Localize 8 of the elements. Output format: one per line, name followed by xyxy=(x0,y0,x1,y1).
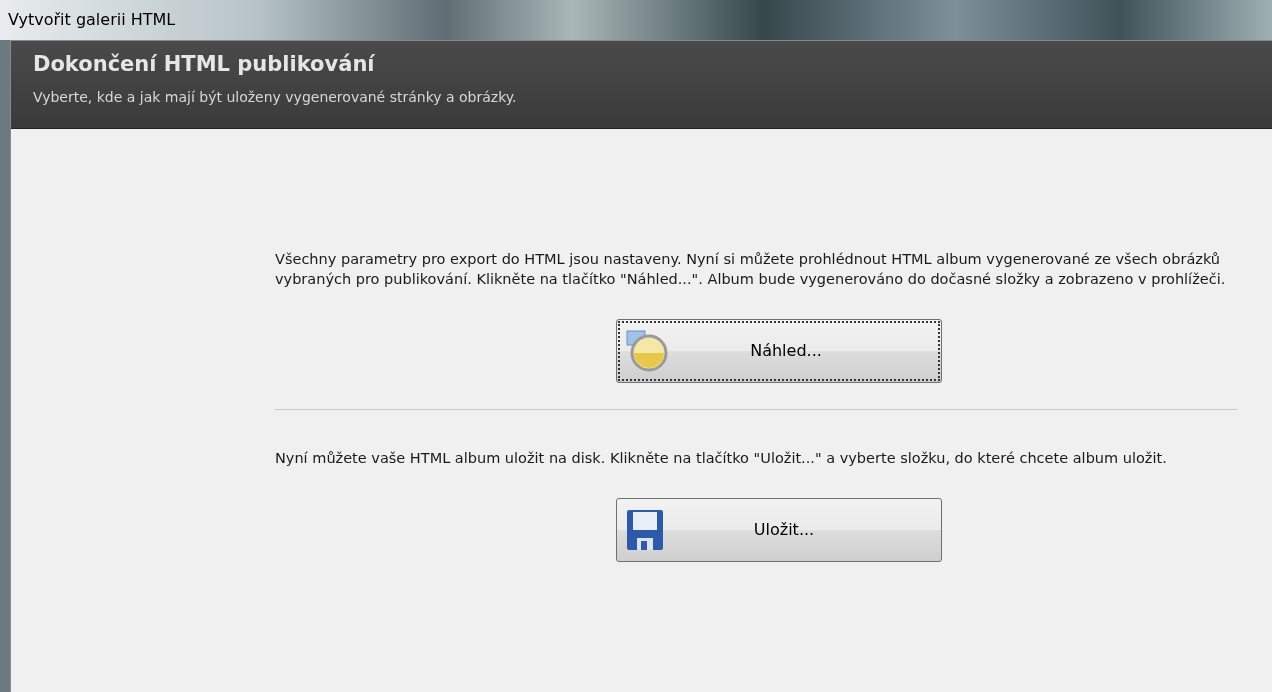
preview-lens-icon xyxy=(625,329,669,373)
window-title: Vytvořit galerii HTML xyxy=(8,9,176,31)
save-button[interactable]: Uložit... xyxy=(616,498,942,562)
instruction-text: Všechny parametry pro export do HTML jsou nastaveny. Nyní si můžete prohlédnout HTML album vygenerované ze všech obrázků vybraných pro publikování. Klikněte na tlačítko "Náhled...". Album bude vygenerováno do dočasné složky a zobrazeno v prohlížeči. xyxy=(275,250,1227,289)
instruction-text: Nyní můžete vaše HTML album uložit na disk. Klikněte na tlačítko "Uložit..." a vyberte složku, do které chcete album uložit. xyxy=(275,449,1168,468)
preview-button[interactable]: Náhled... xyxy=(616,319,942,383)
header-subtitle: Vyberte, kde a jak mají být uloženy vygenerované stránky a obrázky. xyxy=(33,87,518,107)
header-title: Dokončení HTML publikování xyxy=(33,51,376,78)
